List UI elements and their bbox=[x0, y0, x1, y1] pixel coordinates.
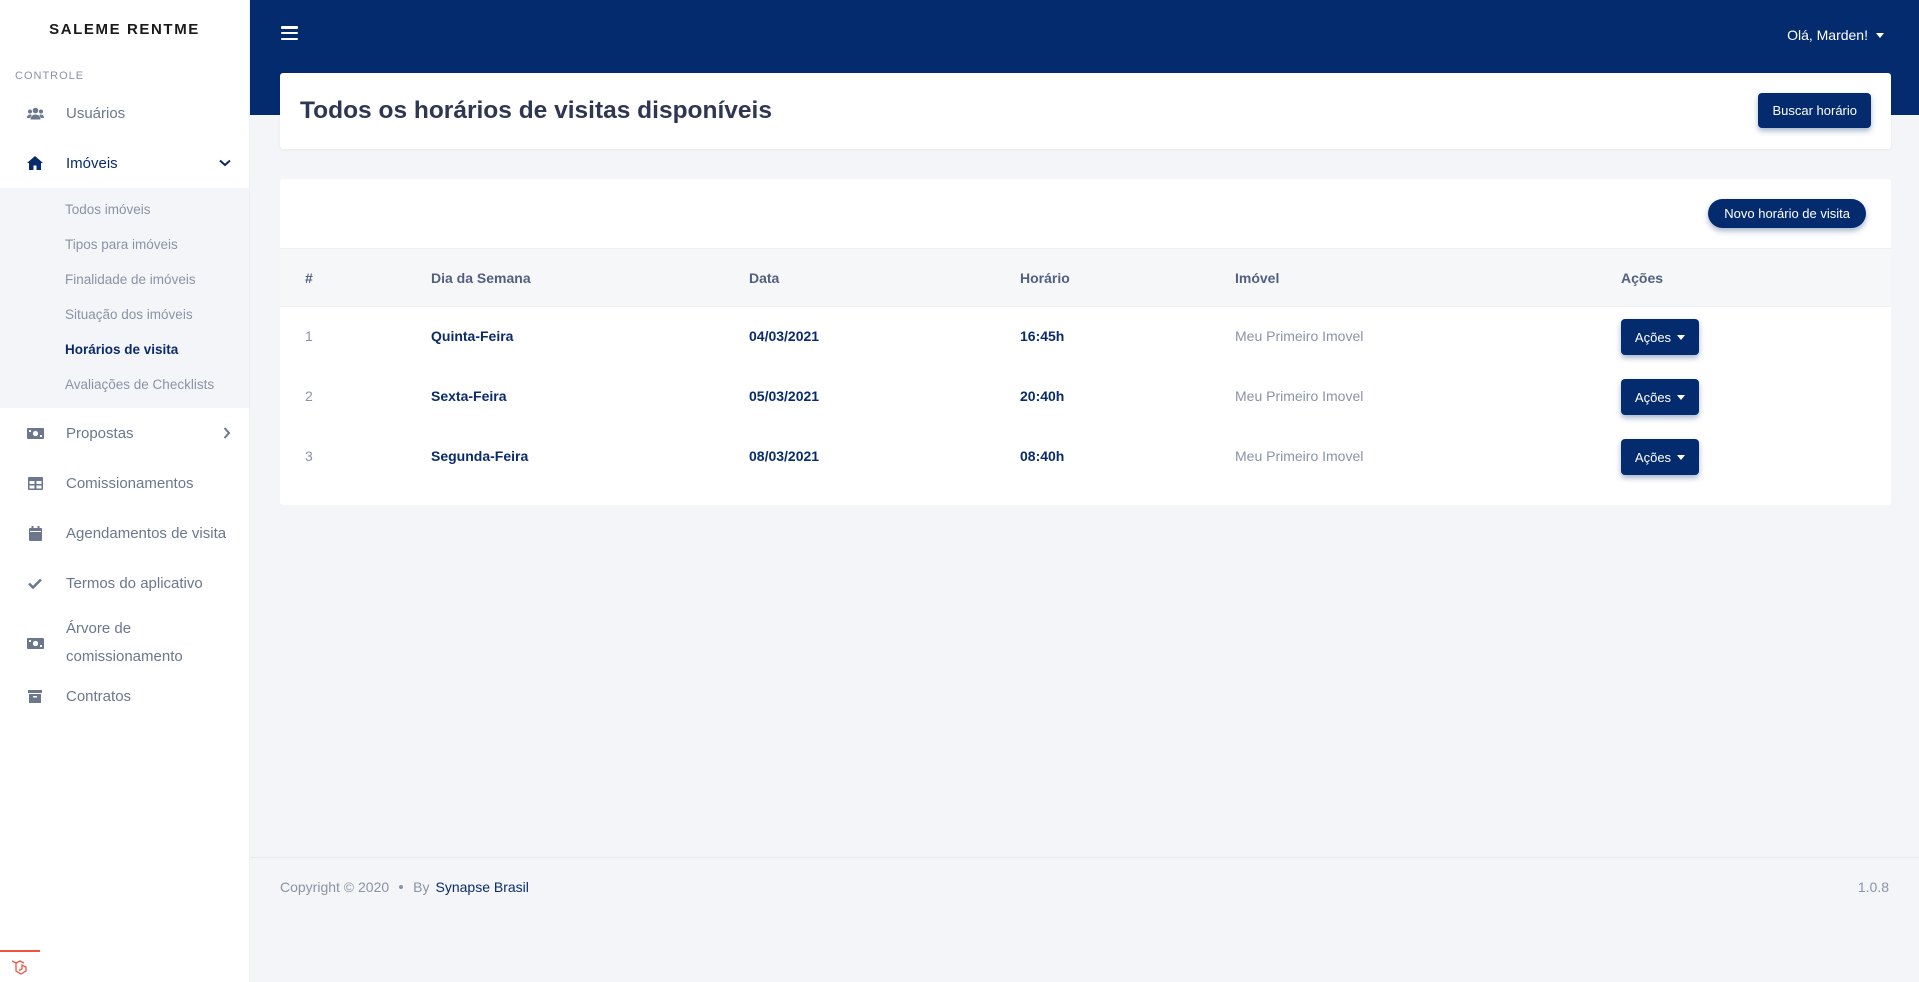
sidebar-item-label: Árvore de comissionamento bbox=[66, 620, 183, 665]
sidebar-item-imoveis[interactable]: Imóveis bbox=[0, 138, 249, 188]
visit-schedules-table-card: Novo horário de visita # Dia da Semana D… bbox=[280, 179, 1891, 505]
sidebar-item-label: Comissionamentos bbox=[66, 474, 194, 492]
page-header-card: Todos os horários de visitas disponíveis… bbox=[280, 73, 1891, 149]
row-date: 04/03/2021 bbox=[749, 328, 820, 344]
row-date: 08/03/2021 bbox=[749, 448, 820, 464]
submenu-item-avaliacoes-checklists[interactable]: Avaliações de Checklists bbox=[0, 367, 249, 402]
chevron-down-icon bbox=[219, 159, 231, 167]
user-greeting: Olá, Marden! bbox=[1787, 27, 1868, 43]
table-row: 2 Sexta-Feira 05/03/2021 20:40h Meu Prim… bbox=[280, 367, 1891, 427]
calendar-icon bbox=[26, 524, 44, 542]
users-icon bbox=[26, 104, 44, 122]
row-number: 1 bbox=[305, 328, 313, 344]
submenu-item-todos-imoveis[interactable]: Todos imóveis bbox=[0, 192, 249, 227]
row-actions-dropdown[interactable]: Ações bbox=[1621, 319, 1699, 355]
sidebar-item-usuarios[interactable]: Usuários bbox=[0, 88, 249, 138]
row-date: 05/03/2021 bbox=[749, 388, 820, 404]
caret-down-icon bbox=[1677, 394, 1686, 400]
separator-dot bbox=[399, 885, 404, 889]
caret-down-icon bbox=[1876, 32, 1884, 38]
sidebar-item-label: Agendamentos de visita bbox=[66, 524, 227, 542]
hamburger-menu-icon[interactable] bbox=[281, 26, 298, 40]
table-icon bbox=[26, 474, 44, 492]
row-day: Sexta-Feira bbox=[431, 388, 507, 404]
user-menu-dropdown[interactable]: Olá, Marden! bbox=[1787, 27, 1884, 43]
sidebar-section-label: CONTROLE bbox=[15, 70, 85, 82]
search-schedule-button[interactable]: Buscar horário bbox=[1758, 93, 1871, 128]
sidebar-item-label: Usuários bbox=[66, 104, 126, 122]
footer: Copyright © 2020 By Synapse Brasil 1.0.8 bbox=[250, 857, 1919, 982]
row-time: 16:45h bbox=[1020, 328, 1065, 344]
sidebar-item-label: Contratos bbox=[66, 687, 132, 705]
table-header: # Dia da Semana Data Horário Imóvel Açõe… bbox=[280, 248, 1891, 307]
row-time: 08:40h bbox=[1020, 448, 1065, 464]
table-row: 3 Segunda-Feira 08/03/2021 08:40h Meu Pr… bbox=[280, 427, 1891, 487]
sidebar-item-label: Propostas bbox=[66, 424, 134, 442]
column-header-number: # bbox=[305, 270, 313, 286]
actions-label: Ações bbox=[1634, 389, 1672, 405]
row-property: Meu Primeiro Imovel bbox=[1235, 328, 1364, 344]
sidebar-item-label: Termos do aplicativo bbox=[66, 574, 203, 592]
company-link[interactable]: Synapse Brasil bbox=[436, 879, 529, 895]
submenu-item-finalidade-imoveis[interactable]: Finalidade de imóveis bbox=[0, 262, 249, 297]
column-header-date: Data bbox=[749, 270, 780, 286]
submenu-item-situacao-imoveis[interactable]: Situação dos imóveis bbox=[0, 297, 249, 332]
caret-down-icon bbox=[1677, 454, 1686, 460]
sidebar-item-label: Imóveis bbox=[66, 154, 118, 172]
row-day: Quinta-Feira bbox=[431, 328, 514, 344]
column-header-actions: Ações bbox=[1621, 270, 1664, 286]
by-text: By bbox=[413, 879, 430, 895]
laravel-debugbar-icon[interactable] bbox=[0, 950, 40, 982]
row-property: Meu Primeiro Imovel bbox=[1235, 388, 1364, 404]
page-title: Todos os horários de visitas disponíveis bbox=[300, 97, 772, 124]
row-property: Meu Primeiro Imovel bbox=[1235, 448, 1364, 464]
row-day: Segunda-Feira bbox=[431, 448, 529, 464]
sidebar-item-arvore-comissionamento[interactable]: Árvore de comissionamento bbox=[0, 608, 249, 678]
check-icon bbox=[26, 574, 44, 592]
row-number: 3 bbox=[305, 448, 313, 464]
sidebar-item-comissionamentos[interactable]: Comissionamentos bbox=[0, 458, 249, 508]
sidebar-item-termos[interactable]: Termos do aplicativo bbox=[0, 558, 249, 608]
caret-down-icon bbox=[1677, 334, 1686, 340]
submenu-item-horarios-visita[interactable]: Horários de visita bbox=[0, 332, 249, 367]
column-header-time: Horário bbox=[1020, 270, 1070, 286]
column-header-property: Imóvel bbox=[1235, 270, 1280, 286]
actions-label: Ações bbox=[1634, 329, 1672, 345]
brand-logo[interactable]: SALEME RENTME bbox=[0, 0, 249, 58]
copyright-text: Copyright © 2020 bbox=[280, 879, 390, 895]
actions-label: Ações bbox=[1634, 449, 1672, 465]
sidebar: SALEME RENTME CONTROLE Usuários Imóveis … bbox=[0, 0, 250, 982]
sidebar-item-propostas[interactable]: Propostas bbox=[0, 408, 249, 458]
money-bill-icon bbox=[26, 634, 44, 652]
home-icon bbox=[26, 154, 44, 172]
sidebar-item-contratos[interactable]: Contratos bbox=[0, 678, 249, 714]
new-visit-schedule-button[interactable]: Novo horário de visita bbox=[1708, 199, 1866, 228]
submenu-item-tipos-imoveis[interactable]: Tipos para imóveis bbox=[0, 227, 249, 262]
archive-icon bbox=[26, 687, 44, 705]
footer-copyright: Copyright © 2020 By Synapse Brasil bbox=[280, 879, 529, 895]
money-bill-icon bbox=[26, 424, 44, 442]
row-time: 20:40h bbox=[1020, 388, 1065, 404]
imoveis-submenu: Todos imóveis Tipos para imóveis Finalid… bbox=[0, 188, 249, 408]
sidebar-item-agendamentos[interactable]: Agendamentos de visita bbox=[0, 508, 249, 558]
app-version: 1.0.8 bbox=[1857, 879, 1889, 895]
row-actions-dropdown[interactable]: Ações bbox=[1621, 379, 1699, 415]
row-actions-dropdown[interactable]: Ações bbox=[1621, 439, 1699, 475]
row-number: 2 bbox=[305, 388, 313, 404]
table-row: 1 Quinta-Feira 04/03/2021 16:45h Meu Pri… bbox=[280, 307, 1891, 367]
chevron-right-icon bbox=[223, 427, 231, 439]
column-header-day: Dia da Semana bbox=[431, 270, 531, 286]
